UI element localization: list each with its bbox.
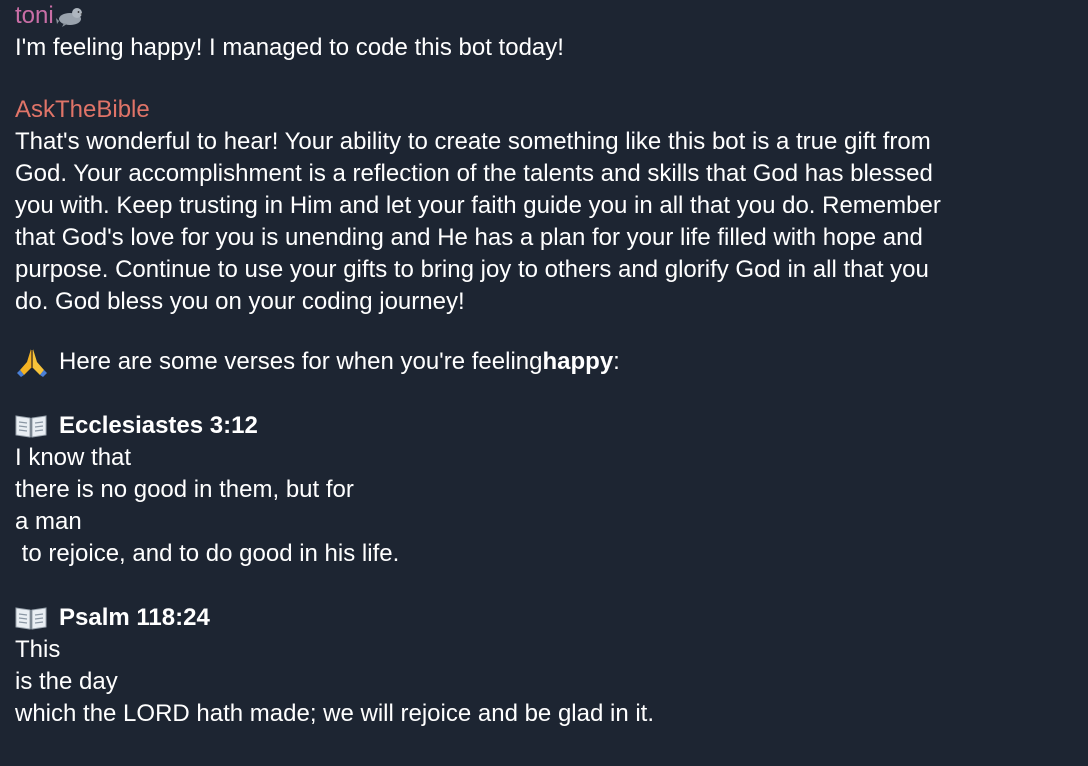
open-book-icon [15,413,47,439]
verse-block: Psalm 118:24 This is the day which the L… [15,602,1074,730]
folded-hands-icon [15,346,49,378]
verse-reference-label: Psalm 118:24 [59,604,210,631]
verses-intro-mood: happy [542,348,614,375]
bot-reply-line: you with. Keep trusting in Him and let y… [15,192,941,219]
sender-name-bot[interactable]: AskTheBible [15,94,1074,126]
verses-intro: Here are some verses for when you're fee… [15,346,1074,378]
verses-intro-prefix: Here are some verses for when you're fee… [59,348,543,375]
seal-icon [55,4,84,28]
verse-line: is the day [15,668,118,695]
verse-line: This [15,636,61,663]
verse-line: to rejoice, and to do good in his life. [15,540,400,567]
verse-reference: Psalm 118:24 [15,602,1074,634]
chat-view: toni I'm feeling happy! I managed to cod… [0,0,1088,766]
bot-reply-line: God. Your accomplishment is a reflection… [15,160,933,187]
bot-reply-line: purpose. Continue to use your gifts to b… [15,256,929,283]
verse-block: Ecclesiastes 3:12 I know that there is n… [15,410,1074,570]
verses-intro-suffix: : [613,348,620,375]
bot-message: AskTheBible That's wonderful to hear! Yo… [15,94,1074,730]
verse-reference-label: Ecclesiastes 3:12 [59,412,258,439]
user-message: toni I'm feeling happy! I managed to cod… [15,0,1074,64]
verse-line: a man [15,508,82,535]
verse-reference: Ecclesiastes 3:12 [15,410,1074,442]
sender-name-user[interactable]: toni [15,0,1074,32]
sender-name-user-label: toni [15,2,54,29]
bot-reply-line: do. God bless you on your coding journey… [15,288,465,315]
sender-name-bot-label: AskTheBible [15,96,150,123]
verse-line: which the LORD hath made; we will rejoic… [15,700,654,727]
bot-reply-line: that God's love for you is unending and … [15,224,923,251]
open-book-icon [15,605,47,631]
bot-reply: That's wonderful to hear! Your ability t… [15,126,1074,318]
user-message-text: I'm feeling happy! I managed to code thi… [15,34,564,61]
bot-reply-line: That's wonderful to hear! Your ability t… [15,128,931,155]
verse-line: I know that [15,444,132,471]
verse-line: there is no good in them, but for [15,476,354,503]
